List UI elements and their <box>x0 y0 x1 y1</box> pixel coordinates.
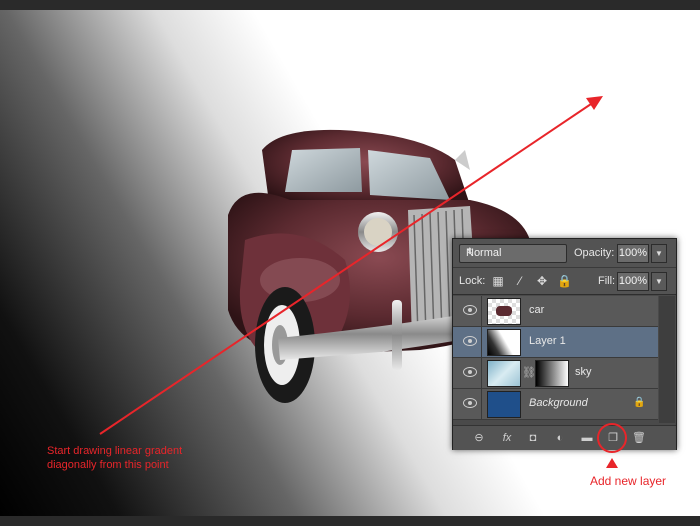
visibility-toggle[interactable] <box>453 296 482 326</box>
trash-icon[interactable]: 🗑 <box>631 431 647 445</box>
blend-row: Normal ⬍ Opacity: 100% ▼ <box>453 239 676 268</box>
folder-icon[interactable]: ▬ <box>579 431 595 445</box>
mask-thumbnail[interactable] <box>535 360 569 387</box>
eye-icon <box>463 367 477 377</box>
fx-icon[interactable]: fx <box>499 431 515 445</box>
add-layer-annotation: Add new layer <box>590 474 667 488</box>
layer-row-layer-1[interactable]: Layer 1 <box>453 327 658 358</box>
background-thumbnail <box>487 391 521 418</box>
eye-icon <box>463 336 477 346</box>
highlight-circle <box>597 423 627 453</box>
visibility-toggle[interactable] <box>453 358 482 388</box>
layer-row-sky[interactable]: ⛓ sky <box>453 358 658 389</box>
mask-icon[interactable]: ◘ <box>525 431 541 445</box>
annotation-line-1: Start drawing linear gradent <box>47 445 183 457</box>
top-bar <box>0 0 700 10</box>
fill-dropdown-icon[interactable]: ▼ <box>651 272 667 291</box>
layer-row-car[interactable]: car <box>453 296 658 327</box>
fill-input[interactable]: 100% <box>617 272 649 291</box>
layer-name: car <box>529 304 545 316</box>
blend-mode-select[interactable]: Normal ⬍ <box>459 244 567 263</box>
updown-arrows-icon: ⬍ <box>466 246 474 256</box>
layers-footer: ⊖ fx ◘ ◐ ▬ ❐ 🗑 <box>453 425 676 450</box>
eye-icon <box>463 305 477 315</box>
adjustment-icon[interactable]: ◐ <box>552 431 568 445</box>
add-layer-pointer-icon <box>606 458 618 468</box>
sky-thumbnail <box>487 360 521 387</box>
layers-list: car Layer 1 ⛓ sky Background 🔒 <box>453 296 658 423</box>
link-icon[interactable]: ⊖ <box>471 431 487 445</box>
eye-icon <box>463 398 477 408</box>
opacity-dropdown-icon[interactable]: ▼ <box>651 244 667 263</box>
visibility-toggle[interactable] <box>453 389 482 419</box>
lock-icon: 🔒 <box>633 397 646 408</box>
start-point-annotation: Start drawing linear gradent diagonally … <box>47 444 182 472</box>
layers-panel: Normal ⬍ Opacity: 100% ▼ Lock: ▦ ⁄ ✥ 🔒 F… <box>452 238 677 450</box>
fill-label: Fill: <box>598 275 616 287</box>
bottom-bar <box>0 516 700 526</box>
opacity-input[interactable]: 100% <box>617 244 649 263</box>
lock-brush-icon[interactable]: ⁄ <box>513 274 527 288</box>
annotation-line-2: diagonally from this point <box>47 459 169 471</box>
layers-scrollbar[interactable] <box>659 296 675 423</box>
lock-label: Lock: <box>459 275 486 287</box>
layer-name: sky <box>575 366 592 378</box>
car-thumbnail <box>487 298 521 325</box>
lock-row: Lock: ▦ ⁄ ✥ 🔒 Fill: 100% ▼ <box>453 268 676 295</box>
lock-transparency-icon[interactable]: ▦ <box>491 274 505 288</box>
opacity-label: Opacity: <box>574 247 615 259</box>
lock-move-icon[interactable]: ✥ <box>535 274 549 288</box>
layer-name: Background <box>529 397 588 409</box>
chain-link-icon[interactable]: ⛓ <box>522 366 536 379</box>
visibility-toggle[interactable] <box>453 327 482 357</box>
gradient-thumbnail <box>487 329 521 356</box>
lock-all-icon[interactable]: 🔒 <box>557 274 572 288</box>
layer-name: Layer 1 <box>529 335 566 347</box>
layer-row-background[interactable]: Background 🔒 <box>453 389 658 420</box>
